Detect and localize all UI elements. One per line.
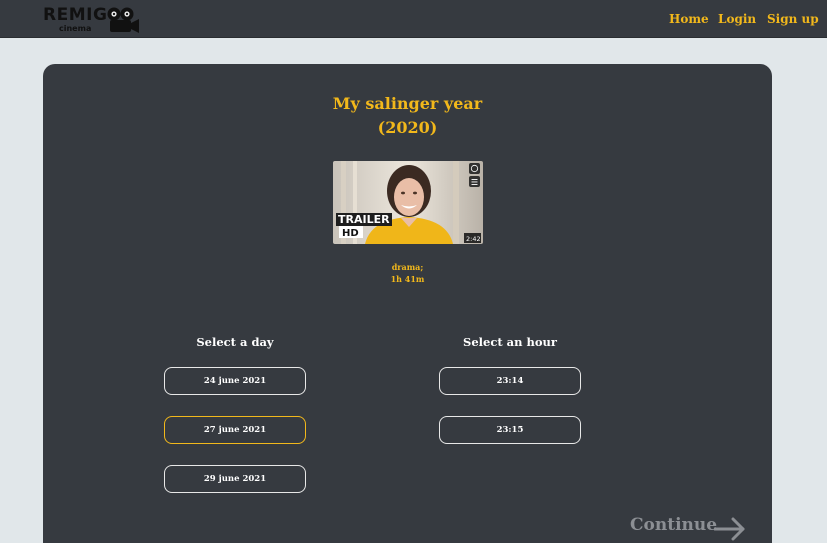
trailer-hd-badge: HD — [342, 228, 359, 239]
navbar: REMIG cinema Home Login Sign up — [0, 0, 827, 38]
booking-panel: My salinger year (2020) TRAILER HD 2:42 … — [43, 64, 772, 543]
hour-option-button[interactable]: 23:15 — [439, 416, 581, 444]
movie-genre: drama; — [391, 262, 424, 272]
arrow-right-icon[interactable] — [714, 517, 746, 541]
day-option-button[interactable]: 29 june 2021 — [164, 465, 306, 493]
nav-signup-link[interactable]: Sign up — [767, 12, 819, 26]
movie-duration: 1h 41m — [390, 274, 425, 284]
day-section-heading: Select a day — [196, 335, 274, 349]
trailer-video[interactable]: TRAILER HD 2:42 — [333, 161, 483, 244]
movie-title-name: My salinger year — [332, 94, 483, 113]
trailer-thumbnail: TRAILER HD 2:42 — [333, 161, 483, 244]
continue-button[interactable]: Continue — [630, 515, 717, 535]
nav-home-link[interactable]: Home — [669, 12, 709, 26]
movie-title-year: (2020) — [377, 118, 438, 137]
brand-name: REMIG — [43, 5, 108, 25]
hour-section-heading: Select an hour — [463, 335, 557, 349]
hour-option-button[interactable]: 23:14 — [439, 367, 581, 395]
nav-login-link[interactable]: Login — [718, 12, 756, 26]
movie-title: My salinger year (2020) — [43, 92, 772, 140]
day-option-button-selected[interactable]: 27 june 2021 — [164, 416, 306, 444]
trailer-duration: 2:42 — [466, 235, 481, 243]
trailer-badge-text: TRAILER — [338, 213, 390, 226]
brand-logo[interactable]: REMIG cinema — [42, 4, 142, 34]
day-option-button[interactable]: 24 june 2021 — [164, 367, 306, 395]
movie-meta: drama; 1h 41m — [43, 261, 772, 285]
film-camera-icon — [107, 7, 139, 33]
brand-subtitle: cinema — [59, 24, 92, 33]
